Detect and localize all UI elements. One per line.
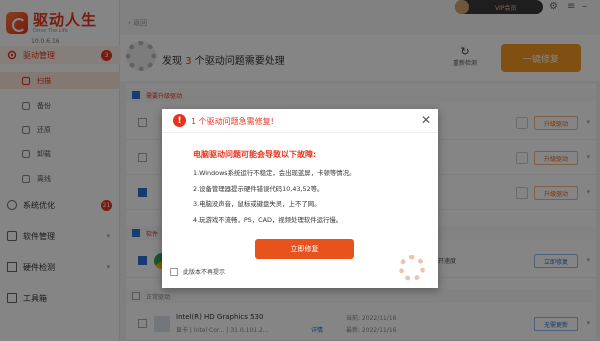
fix-now-button[interactable]: 立即修复 — [255, 239, 354, 259]
gear-icon — [399, 255, 425, 281]
problem-line: 4.玩游戏不流畅，PS，CAD，视频处理软件运行慢。 — [193, 216, 343, 224]
problem-line: 2.设备管理器提示硬件错误代码10,43,52等。 — [193, 185, 324, 193]
problem-line: 3.电脑没声音，鼠标或键盘失灵，上不了网。 — [193, 200, 321, 208]
problem-line: 1.Windows系统运行不稳定，会出现蓝屏，卡顿等情况。 — [193, 169, 356, 177]
dont-remind-checkbox[interactable] — [170, 267, 178, 276]
close-icon[interactable]: ✕ — [421, 113, 431, 127]
dont-remind-option[interactable]: 此版本不再提示 — [170, 267, 225, 276]
dont-remind-label: 此版本不再提示 — [183, 269, 226, 276]
dialog-header: ! 1 个驱动问题急需修复! ✕ — [162, 109, 438, 133]
dialog-title: 1 个驱动问题急需修复! — [191, 117, 274, 126]
dialog-heading: 电脑驱动问题可能会导致以下故障: — [193, 150, 317, 159]
driver-alert-dialog: ! 1 个驱动问题急需修复! ✕ 电脑驱动问题可能会导致以下故障: 1.Wind… — [162, 109, 438, 288]
alert-icon: ! — [173, 114, 186, 127]
